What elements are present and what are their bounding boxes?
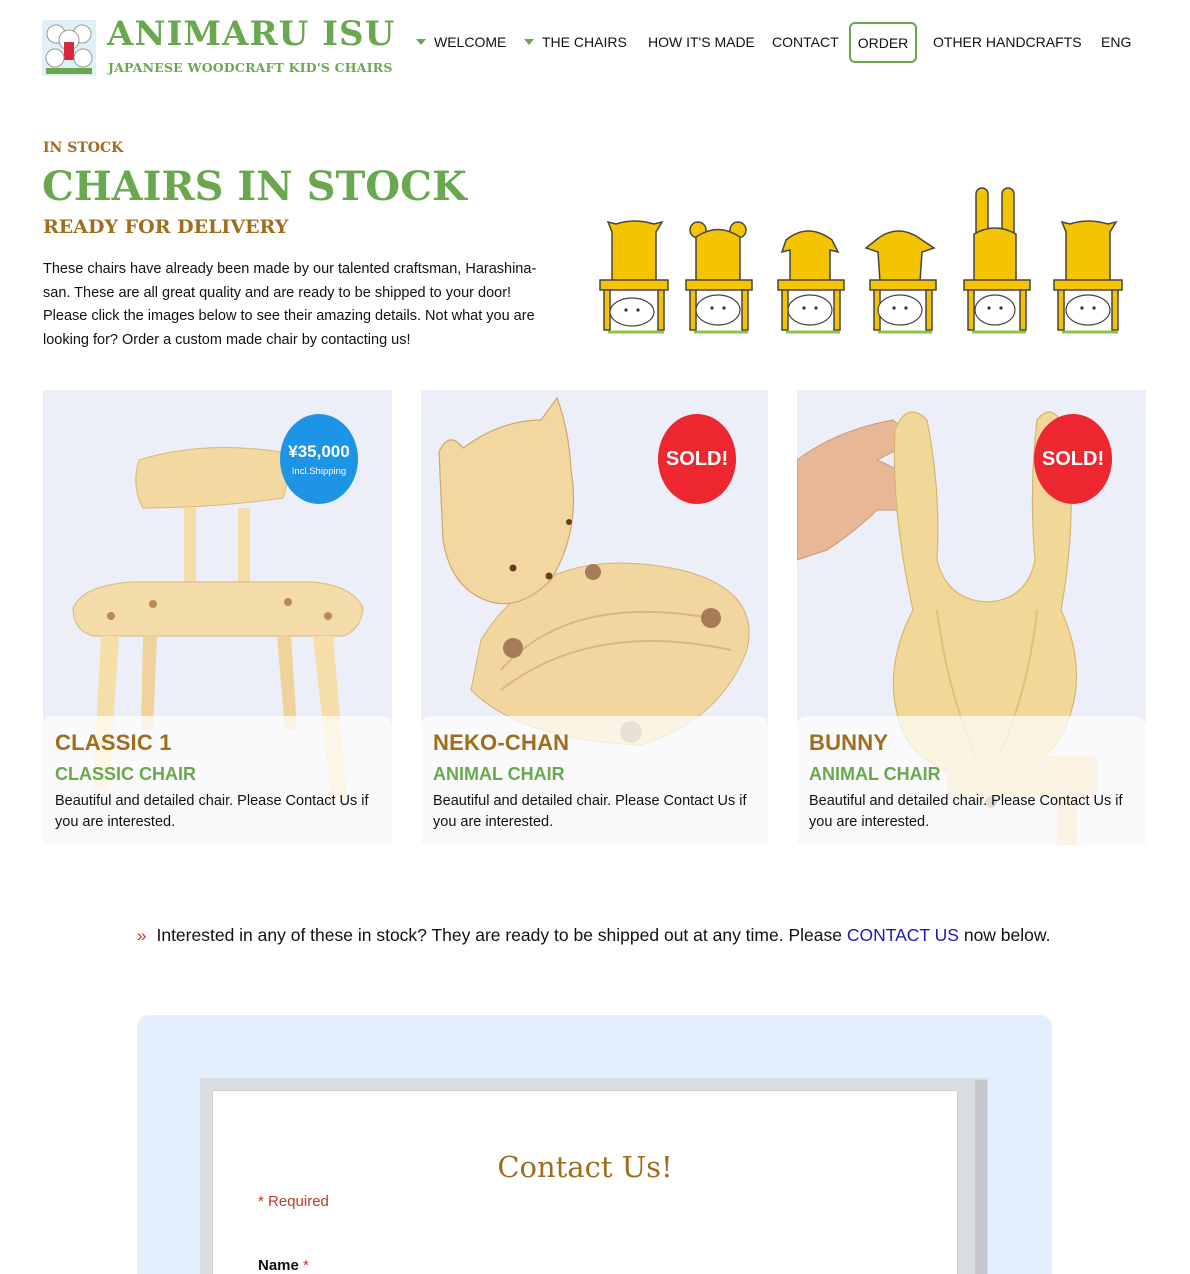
price-badge: ¥35,000 Incl.Shipping [280,414,358,504]
product-card-bunny[interactable]: SOLD! BUNNY ANIMAL CHAIR Beautiful and d… [797,390,1146,845]
card-category: ANIMAL CHAIR [809,764,941,784]
chevron-down-icon [524,39,534,45]
contact-prompt-text-end: now below. [958,925,1051,945]
order-button[interactable]: ORDER [849,22,917,63]
product-card-classic-1[interactable]: ¥35,000 Incl.Shipping CLASSIC 1 CLASSIC … [43,390,392,845]
card-info: BUNNY ANIMAL CHAIR Beautiful and detaile… [797,716,1146,845]
card-description: Beautiful and detailed chair. Please Con… [433,793,747,830]
page-subtitle: READY FOR DELIVERY [43,216,289,238]
nav-item-label: OTHER HANDCRAFTS [933,34,1082,50]
name-field-label: Name * [258,1257,309,1274]
card-category: ANIMAL CHAIR [433,764,565,784]
nav-item-label: THE CHAIRS [542,34,627,50]
sold-text: SOLD! [665,447,729,470]
card-description: Beautiful and detailed chair. Please Con… [809,793,1123,830]
card-description: Beautiful and detailed chair. Please Con… [55,793,369,830]
price-text: ¥35,000 [288,441,350,461]
sold-text: SOLD! [1041,447,1105,470]
nav-item-language[interactable]: ENG [1101,34,1131,50]
contact-prompt-text: Interested in any of these in stock? The… [156,925,847,945]
sold-badge: SOLD! [1034,414,1112,504]
nav-item-label: WELCOME [434,34,507,50]
card-title[interactable]: NEKO-CHAN [433,730,768,756]
nav-item-how-its-made[interactable]: HOW IT'S MADE [648,34,755,50]
nav-item-welcome[interactable]: WELCOME [416,34,506,50]
nav-item-other-handcrafts[interactable]: OTHER HANDCRAFTS [933,34,1082,50]
contact-prompt: » Interested in any of these in stock? Th… [137,925,1050,946]
double-chevron-icon: » [137,926,147,945]
brand-subtitle: JAPANESE WOODCRAFT KID'S CHAIRS [108,60,393,75]
card-title[interactable]: CLASSIC 1 [55,730,392,756]
page-title: CHAIRS IN STOCK [42,163,467,210]
chevron-down-icon [416,39,426,45]
sold-badge: SOLD! [658,414,736,504]
section-kicker: IN STOCK [43,140,124,156]
brand-title[interactable]: ANIMARU ISU [107,14,395,54]
card-info: CLASSIC 1 CLASSIC CHAIR Beautiful and de… [43,716,392,845]
required-mark: * [303,1257,309,1274]
logo-icon[interactable] [42,20,96,76]
product-card-neko-chan[interactable]: SOLD! NEKO-CHAN ANIMAL CHAIR Beautiful a… [421,390,768,845]
intro-paragraph: These chairs have already been made by o… [43,261,537,348]
contact-us-link[interactable]: CONTACT US [847,925,959,945]
site-header: ANIMARU ISU JAPANESE WOODCRAFT KID'S CHA… [0,0,1190,90]
required-note: * Required [258,1193,329,1210]
nav-item-label: ENG [1101,34,1132,50]
card-info: NEKO-CHAN ANIMAL CHAIR Beautiful and det… [421,716,768,845]
card-category: CLASSIC CHAIR [55,764,197,784]
nav-item-label: CONTACT [772,34,839,50]
card-title[interactable]: BUNNY [809,730,1146,756]
nav-item-the-chairs[interactable]: THE CHAIRS [524,34,627,50]
animal-chairs-illustration [599,187,1123,334]
nav-item-label: HOW IT'S MADE [648,34,755,50]
nav-item-contact[interactable]: CONTACT [772,34,839,50]
price-note: Incl.Shipping [291,465,347,477]
contact-form-title: Contact Us! [497,1150,673,1184]
name-label-text: Name [258,1257,299,1274]
order-button-label: ORDER [857,34,909,51]
